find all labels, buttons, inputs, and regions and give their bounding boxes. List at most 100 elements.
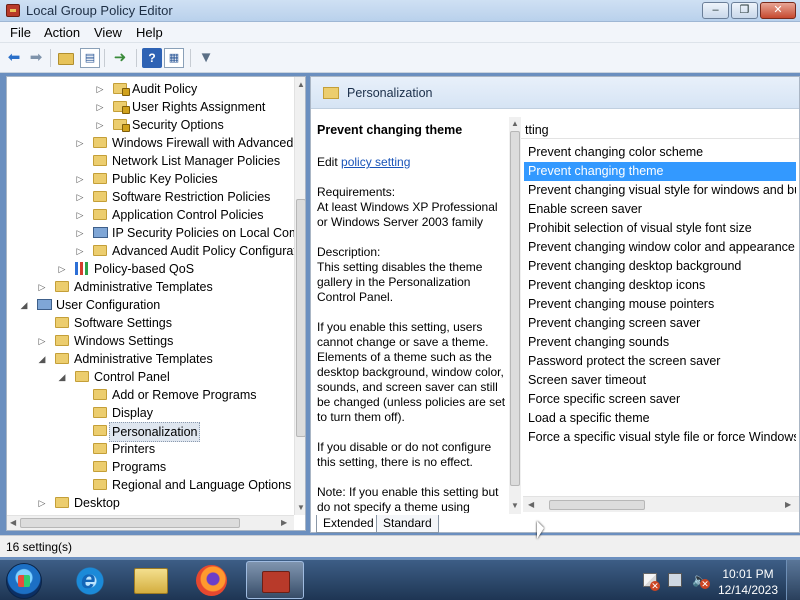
tree-item[interactable]: Regional and Language Options bbox=[7, 476, 294, 494]
tree-expand-icon[interactable]: ▷ bbox=[75, 170, 85, 188]
windows-explorer-icon[interactable] bbox=[134, 568, 168, 594]
tree-item[interactable]: ▷ Administrative Templates bbox=[7, 278, 294, 296]
maximize-button[interactable]: ❐ bbox=[731, 2, 758, 19]
tree-item[interactable]: ▷ IP Security Policies on Local Comp bbox=[7, 224, 305, 242]
description-scroll-thumb[interactable] bbox=[510, 131, 520, 486]
tree-collapse-icon[interactable]: ◢ bbox=[57, 368, 67, 386]
tree-expand-icon[interactable]: ▷ bbox=[37, 278, 47, 296]
setting-list-item[interactable]: Prevent changing desktop background bbox=[524, 257, 796, 276]
setting-list-item[interactable]: Force specific screen saver bbox=[524, 390, 796, 409]
help-icon[interactable]: ? bbox=[142, 48, 162, 68]
start-button[interactable] bbox=[6, 563, 42, 599]
menu-help[interactable]: Help bbox=[136, 25, 163, 40]
action-center-flag-icon[interactable] bbox=[643, 573, 660, 591]
minimize-button[interactable]: – bbox=[702, 2, 729, 19]
filter-icon[interactable]: ▼ bbox=[196, 48, 216, 68]
settings-hscroll-thumb[interactable] bbox=[549, 500, 645, 510]
setting-list-item[interactable]: Screen saver timeout bbox=[524, 371, 796, 390]
tree-expand-icon[interactable]: ▷ bbox=[75, 224, 85, 242]
scroll-up-icon[interactable]: ▲ bbox=[511, 119, 519, 128]
scroll-down-icon[interactable]: ▼ bbox=[297, 503, 305, 512]
tree-item[interactable]: Printers bbox=[7, 440, 294, 458]
properties-icon[interactable]: ▦ bbox=[164, 48, 184, 68]
tree-item[interactable]: ▷ Audit Policy bbox=[7, 80, 294, 98]
scroll-left-icon[interactable]: ◀ bbox=[528, 500, 534, 509]
group-policy-editor-taskbar-button[interactable] bbox=[246, 561, 304, 599]
setting-list-item[interactable]: Prevent changing window color and appear… bbox=[524, 238, 796, 257]
scroll-left-icon[interactable]: ◀ bbox=[10, 518, 16, 527]
tree-item[interactable]: ▷ Software Restriction Policies bbox=[7, 188, 294, 206]
tree-item[interactable]: ▷ Security Options bbox=[7, 116, 294, 134]
show-desktop-button[interactable] bbox=[786, 560, 800, 600]
tree-expand-icon[interactable]: ▷ bbox=[37, 332, 47, 350]
tree-expand-icon[interactable]: ▷ bbox=[95, 98, 105, 116]
system-clock[interactable]: 10:01 PM 12/14/2023 bbox=[716, 566, 780, 598]
settings-horizontal-scrollbar[interactable]: ◀ ▶ bbox=[523, 496, 799, 512]
network-icon[interactable] bbox=[668, 573, 682, 587]
tree-expand-icon[interactable]: ▷ bbox=[37, 494, 47, 512]
tree-item[interactable]: Software Settings bbox=[7, 314, 294, 332]
settings-list[interactable]: Prevent changing color scheme Prevent cha… bbox=[524, 143, 796, 497]
policy-setting-link[interactable]: policy setting bbox=[341, 155, 410, 169]
tree-collapse-icon[interactable]: ◢ bbox=[19, 296, 29, 314]
close-button[interactable]: ✕ bbox=[760, 2, 796, 19]
setting-list-item[interactable]: Prevent changing color scheme bbox=[524, 143, 796, 162]
setting-list-item[interactable]: Prevent changing visual style for window… bbox=[524, 181, 796, 200]
tree-hscroll-thumb[interactable] bbox=[20, 518, 240, 528]
tree-item[interactable]: ▷ Public Key Policies bbox=[7, 170, 294, 188]
tree-item[interactable]: ▷ Application Control Policies bbox=[7, 206, 294, 224]
description-scrollbar[interactable]: ▲ ▼ bbox=[509, 117, 521, 514]
tab-extended[interactable]: Extended bbox=[316, 515, 381, 533]
tree-collapse-icon[interactable]: ◢ bbox=[37, 350, 47, 368]
export-list-icon[interactable]: ➜ bbox=[110, 48, 130, 68]
show-hide-tree-icon[interactable]: ▤ bbox=[80, 48, 100, 68]
tree-scroll-thumb[interactable] bbox=[296, 199, 305, 437]
setting-list-item[interactable]: Prevent changing screen saver bbox=[524, 314, 796, 333]
setting-list-item[interactable]: Prevent changing theme bbox=[524, 162, 796, 181]
back-arrow-icon[interactable]: ⬅ bbox=[4, 48, 24, 68]
volume-muted-icon[interactable]: 🔈 bbox=[692, 573, 710, 589]
menu-file[interactable]: File bbox=[10, 25, 31, 40]
scroll-down-icon[interactable]: ▼ bbox=[511, 501, 519, 510]
setting-list-item[interactable]: Enable screen saver bbox=[524, 200, 796, 219]
tree-item[interactable]: Network List Manager Policies bbox=[7, 152, 294, 170]
setting-list-item[interactable]: Force a specific visual style file or fo… bbox=[524, 428, 796, 447]
up-folder-icon[interactable] bbox=[58, 53, 74, 65]
tree-expand-icon[interactable]: ▷ bbox=[75, 134, 85, 152]
tree-horizontal-scrollbar[interactable]: ◀ ▶ bbox=[7, 515, 294, 530]
tree-item[interactable]: ▷ Advanced Audit Policy Configurati bbox=[7, 242, 300, 260]
tree-item[interactable]: ▷ Windows Firewall with Advanced S bbox=[7, 134, 305, 152]
title-bar[interactable]: Local Group Policy Editor – ❐ ✕ bbox=[0, 0, 800, 22]
tree-expand-icon[interactable]: ▷ bbox=[75, 206, 85, 224]
tree-item[interactable]: ◢ Administrative Templates bbox=[7, 350, 294, 368]
tree-expand-icon[interactable]: ▷ bbox=[75, 242, 85, 260]
tree-vertical-scrollbar[interactable]: ▲ ▼ bbox=[294, 77, 305, 515]
tree-item[interactable]: Add or Remove Programs bbox=[7, 386, 294, 404]
tree-item[interactable]: ▷ User Rights Assignment bbox=[7, 98, 294, 116]
tree-item[interactable]: ◢ User Configuration bbox=[7, 296, 294, 314]
tree-item[interactable]: Programs bbox=[7, 458, 294, 476]
tree-expand-icon[interactable]: ▷ bbox=[75, 188, 85, 206]
scroll-up-icon[interactable]: ▲ bbox=[297, 80, 305, 89]
setting-list-item[interactable]: Prevent changing sounds bbox=[524, 333, 796, 352]
tree-item[interactable]: ▷ Policy-based QoS bbox=[7, 260, 294, 278]
setting-list-item[interactable]: Prevent changing mouse pointers bbox=[524, 295, 796, 314]
setting-list-item[interactable]: Prohibit selection of visual style font … bbox=[524, 219, 796, 238]
internet-explorer-icon[interactable] bbox=[74, 564, 106, 597]
setting-list-item[interactable]: Password protect the screen saver bbox=[524, 352, 796, 371]
tree-expand-icon[interactable]: ▷ bbox=[95, 116, 105, 134]
tree-item[interactable]: ▷ Windows Settings bbox=[7, 332, 294, 350]
tree-item[interactable]: ◢ Control Panel bbox=[7, 368, 294, 386]
menu-action[interactable]: Action bbox=[44, 25, 80, 40]
menu-view[interactable]: View bbox=[94, 25, 122, 40]
setting-column-header[interactable]: tting bbox=[521, 117, 799, 139]
tree-expand-icon[interactable]: ▷ bbox=[95, 80, 105, 98]
forward-arrow-icon[interactable]: ➡ bbox=[26, 48, 46, 68]
setting-list-item[interactable]: Prevent changing desktop icons bbox=[524, 276, 796, 295]
scroll-right-icon[interactable]: ▶ bbox=[281, 518, 287, 527]
console-tree[interactable]: ▷ Desktop Regional and Language Options Pro… bbox=[6, 76, 306, 531]
tree-item[interactable]: ▷ Desktop bbox=[7, 494, 294, 512]
firefox-icon[interactable] bbox=[196, 565, 227, 596]
scroll-right-icon[interactable]: ▶ bbox=[785, 500, 791, 509]
tree-item[interactable]: Display bbox=[7, 404, 294, 422]
